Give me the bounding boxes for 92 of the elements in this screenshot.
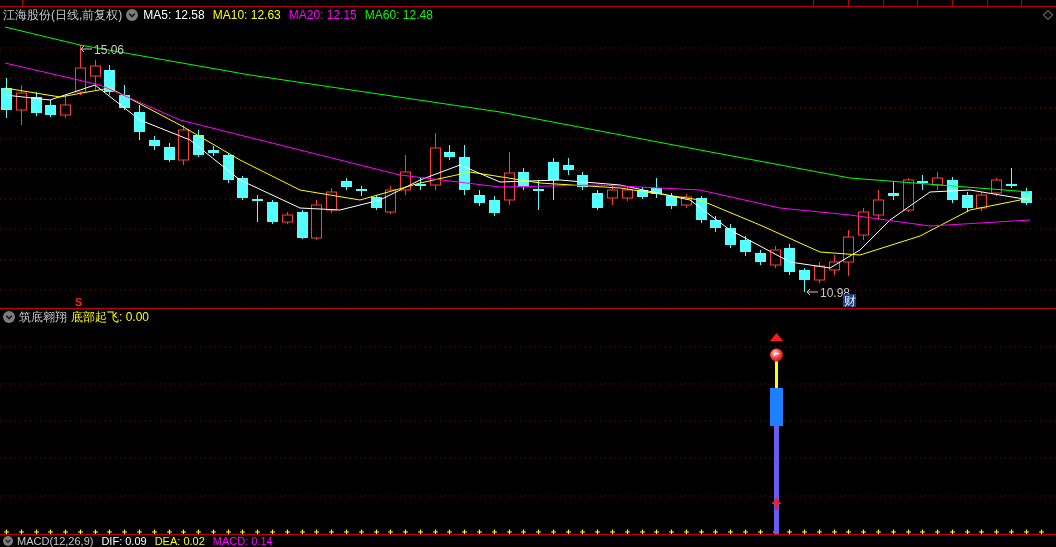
chevron-down-icon[interactable] xyxy=(3,536,13,546)
plus-marker-icon xyxy=(166,528,173,534)
plus-marker-icon xyxy=(461,528,468,534)
plus-marker-icon xyxy=(387,528,394,534)
plus-marker-icon xyxy=(535,528,542,534)
plus-marker-icon xyxy=(742,528,749,534)
stock-title: 江海股份(日线,前复权) xyxy=(3,8,123,22)
plus-marker-icon xyxy=(136,528,143,534)
plus-marker-icon xyxy=(269,528,276,534)
plus-marker-icon xyxy=(328,528,335,534)
plus-marker-icon xyxy=(786,528,793,534)
plus-marker-icon xyxy=(1023,528,1030,534)
moving-average-reading: MA5: 12.58 xyxy=(143,8,205,22)
plus-marker-icon xyxy=(313,528,320,534)
plus-marker-icon xyxy=(565,528,572,534)
plus-marker-icon xyxy=(875,528,882,534)
plus-marker-icon xyxy=(225,528,232,534)
plus-marker-icon xyxy=(757,528,764,534)
plus-marker-icon xyxy=(550,528,557,534)
plus-marker-icon xyxy=(284,528,291,534)
plus-marker-icon xyxy=(934,528,941,534)
macd-title: MACD(12,26,9) xyxy=(17,535,94,547)
plus-marker-icon xyxy=(62,528,69,534)
plus-marker-icon xyxy=(712,528,719,534)
plus-marker-icon xyxy=(727,528,734,534)
plus-marker-icon xyxy=(18,528,25,534)
plus-marker-icon xyxy=(180,528,187,534)
leader-arrow xyxy=(80,45,93,53)
plus-marker-icon xyxy=(491,528,498,534)
chevron-down-icon[interactable] xyxy=(3,311,15,323)
plus-marker-icon xyxy=(816,528,823,534)
plus-marker-icon xyxy=(639,528,646,534)
triangle-marker-icon xyxy=(770,333,783,341)
plus-marker-icon xyxy=(831,528,838,534)
chevron-down-icon[interactable] xyxy=(126,9,139,21)
plus-marker-icon xyxy=(905,528,912,534)
plus-marker-icon xyxy=(358,528,365,534)
plus-marker-icon xyxy=(698,528,705,534)
plus-marker-icon xyxy=(121,528,128,534)
plus-marker-icon xyxy=(1008,528,1015,534)
plus-marker-icon xyxy=(33,528,40,534)
plus-marker-icon xyxy=(1038,528,1045,534)
plus-marker-icon xyxy=(432,528,439,534)
plus-marker-icon xyxy=(446,528,453,534)
plus-marker-icon xyxy=(239,528,246,534)
leader-arrow xyxy=(806,288,819,296)
signal-block xyxy=(770,388,783,426)
plus-marker-icon xyxy=(978,528,985,534)
plus-marker-icon xyxy=(106,528,113,534)
plus-marker-icon xyxy=(92,528,99,534)
plus-marker-icon xyxy=(683,528,690,534)
plus-marker-icon xyxy=(668,528,675,534)
plus-marker-icon xyxy=(579,528,586,534)
sell-marker: S xyxy=(75,296,83,308)
plus-marker-icon xyxy=(254,528,261,534)
plus-marker-icon xyxy=(195,528,202,534)
plus-marker-icon xyxy=(151,528,158,534)
plus-marker-icon xyxy=(624,528,631,534)
plus-marker-icon xyxy=(476,528,483,534)
moving-average-reading: MA60: 12.48 xyxy=(364,8,433,22)
indicator-title: 筑底翱翔 xyxy=(19,310,67,324)
plus-marker-icon xyxy=(47,528,54,534)
plus-marker-icon xyxy=(609,528,616,534)
plus-marker-icon xyxy=(3,528,10,534)
plus-marker-icon xyxy=(210,528,217,534)
plus-marker-icon xyxy=(594,528,601,534)
ball-icon xyxy=(770,348,783,362)
plus-marker-icon xyxy=(801,528,808,534)
plus-marker-icon xyxy=(417,528,424,534)
macd-reading: MACD: 0.14 xyxy=(212,535,273,547)
plus-marker-icon xyxy=(520,528,527,534)
plus-marker-icon xyxy=(373,528,380,534)
plus-marker-icon xyxy=(845,528,852,534)
plus-marker-icon xyxy=(77,528,84,534)
arrow-up-icon xyxy=(771,498,782,510)
plus-marker-icon xyxy=(964,528,971,534)
diamond-icon[interactable] xyxy=(1043,10,1053,20)
plus-marker-icon xyxy=(860,528,867,534)
moving-average-reading: MA20: 12.15 xyxy=(288,8,357,22)
plus-marker-icon xyxy=(890,528,897,534)
plus-marker-icon xyxy=(506,528,513,534)
plus-marker-icon xyxy=(299,528,306,534)
plus-marker-icon xyxy=(343,528,350,534)
plus-marker-icon xyxy=(993,528,1000,534)
indicator-reading: 底部起飞: 0.00 xyxy=(71,310,150,324)
plus-marker-icon xyxy=(653,528,660,534)
plus-marker-icon xyxy=(919,528,926,534)
plus-marker-icon xyxy=(949,528,956,534)
macd-reading: DIF: 0.09 xyxy=(101,535,147,547)
macd-reading: DEA: 0.02 xyxy=(154,535,205,547)
moving-average-reading: MA10: 12.63 xyxy=(212,8,281,22)
plus-marker-icon xyxy=(402,528,409,534)
